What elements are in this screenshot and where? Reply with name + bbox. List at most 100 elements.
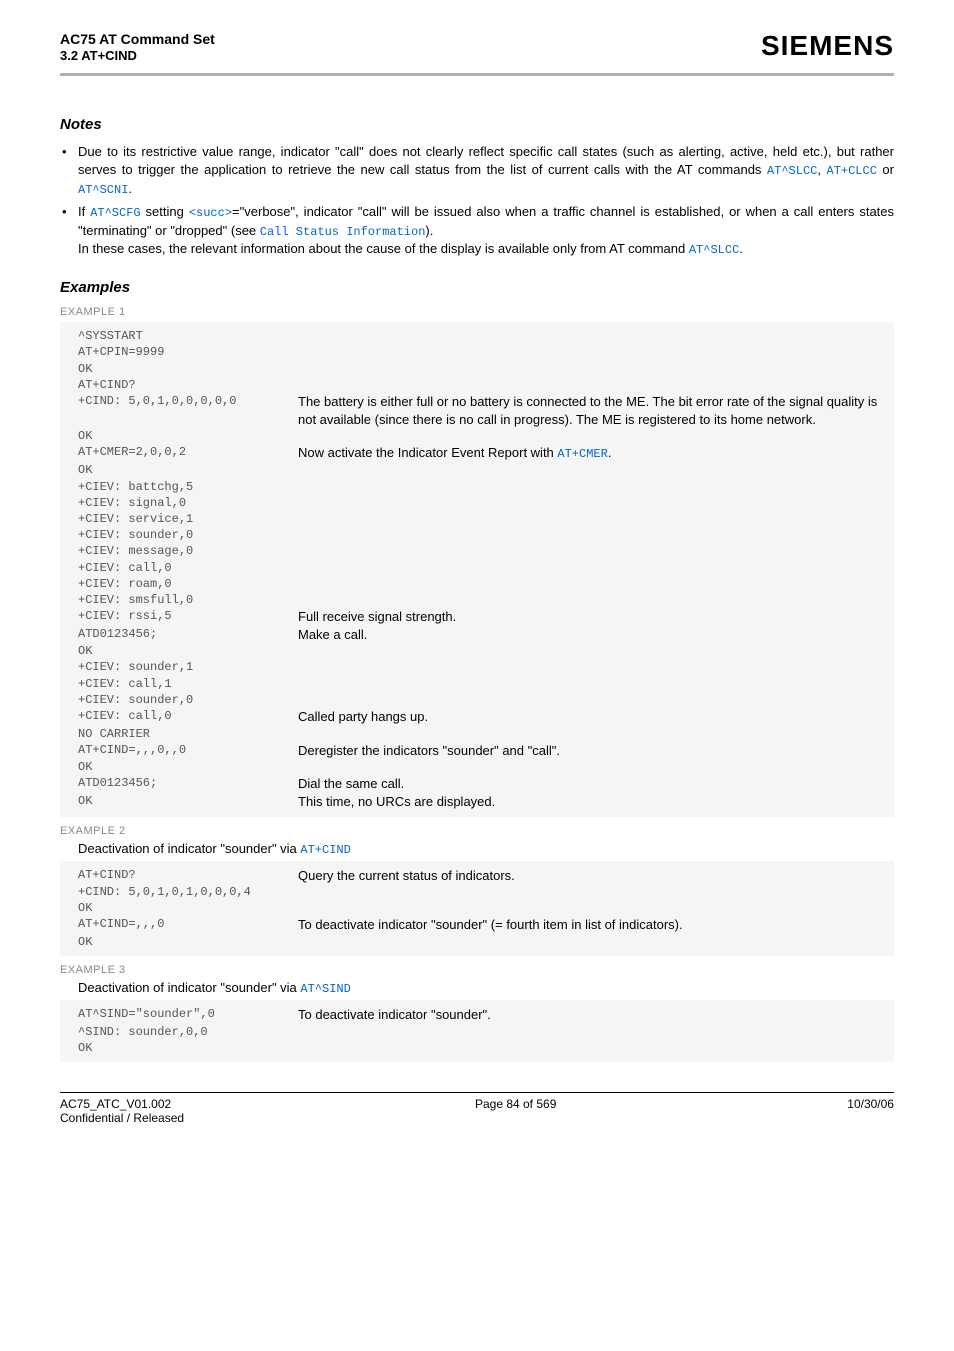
cmd-text: +CIEV: signal,0 bbox=[78, 495, 298, 511]
link-atscni[interactable]: AT^SCNI bbox=[78, 183, 128, 197]
cmd-text: OK bbox=[78, 361, 298, 377]
link-atcmer[interactable]: AT+CMER bbox=[557, 447, 607, 461]
cmd-text: AT+CPIN=9999 bbox=[78, 344, 298, 360]
code-row: +CIND: 5,0,1,0,0,0,0,0The battery is eit… bbox=[78, 393, 890, 428]
footer-date: 10/30/06 bbox=[847, 1097, 894, 1125]
note-item: If AT^SCFG setting <succ>="verbose", ind… bbox=[60, 203, 894, 259]
cmd-text: AT+CIND=,,,0,,0 bbox=[78, 742, 298, 758]
cmd-text: ATD0123456; bbox=[78, 626, 298, 642]
code-row: AT+CIND? bbox=[78, 377, 890, 393]
cmd-text: ^SIND: sounder,0,0 bbox=[78, 1024, 298, 1040]
desc-text: Make a call. bbox=[298, 626, 890, 644]
code-row: +CIEV: smsfull,0 bbox=[78, 592, 890, 608]
cmd-text: +CIEV: call,0 bbox=[78, 708, 298, 724]
desc-text: The battery is either full or no battery… bbox=[298, 393, 890, 428]
cmd-text: OK bbox=[78, 643, 298, 659]
code-row: NO CARRIER bbox=[78, 726, 890, 742]
desc-text: Dial the same call. bbox=[298, 775, 890, 793]
cmd-text: AT^SIND="sounder",0 bbox=[78, 1006, 298, 1022]
cmd-text: +CIEV: service,1 bbox=[78, 511, 298, 527]
link-atslcc[interactable]: AT^SLCC bbox=[767, 164, 817, 178]
cmd-text: +CIEV: rssi,5 bbox=[78, 608, 298, 624]
note-item: Due to its restrictive value range, indi… bbox=[60, 143, 894, 199]
cmd-text: +CIEV: battchg,5 bbox=[78, 479, 298, 495]
code-row: OK bbox=[78, 1040, 890, 1056]
footer-page: Page 84 of 569 bbox=[475, 1097, 556, 1125]
code-row: +CIEV: message,0 bbox=[78, 543, 890, 559]
code-row: +CIEV: call,1 bbox=[78, 676, 890, 692]
example3-block: AT^SIND="sounder",0To deactivate indicat… bbox=[60, 1000, 894, 1062]
notes-heading: Notes bbox=[60, 116, 894, 133]
code-row: +CIEV: call,0Called party hangs up. bbox=[78, 708, 890, 726]
cmd-text: +CIEV: call,0 bbox=[78, 560, 298, 576]
footer-version: AC75_ATC_V01.002 bbox=[60, 1097, 184, 1111]
cmd-text: OK bbox=[78, 759, 298, 775]
link-atclcc[interactable]: AT+CLCC bbox=[827, 164, 877, 178]
cmd-text: OK bbox=[78, 793, 298, 809]
cmd-text: OK bbox=[78, 934, 298, 950]
desc-text: Query the current status of indicators. bbox=[298, 867, 890, 885]
link-call-status[interactable]: Call Status Information bbox=[260, 225, 426, 239]
note-text: . bbox=[739, 241, 743, 256]
note-text: If bbox=[78, 204, 90, 219]
code-row: AT+CMER=2,0,0,2Now activate the Indicato… bbox=[78, 444, 890, 462]
code-row: +CIEV: call,0 bbox=[78, 560, 890, 576]
example2-intro: Deactivation of indicator "sounder" via … bbox=[78, 841, 894, 857]
cmd-text: OK bbox=[78, 1040, 298, 1056]
cmd-text: AT+CMER=2,0,0,2 bbox=[78, 444, 298, 460]
example2-block: AT+CIND?Query the current status of indi… bbox=[60, 861, 894, 957]
cmd-text: ^SYSSTART bbox=[78, 328, 298, 344]
code-row: AT+CIND=,,,0To deactivate indicator "sou… bbox=[78, 916, 890, 934]
note-text: . bbox=[128, 181, 132, 196]
note-text: setting bbox=[141, 204, 189, 219]
page-header: AC75 AT Command Set 3.2 AT+CIND SIEMENS bbox=[60, 30, 894, 76]
desc-post: . bbox=[608, 445, 612, 460]
code-row: ATD0123456;Make a call. bbox=[78, 626, 890, 644]
note-text: In these cases, the relevant information… bbox=[78, 241, 689, 256]
cmd-text: +CIND: 5,0,1,0,0,0,0,0 bbox=[78, 393, 298, 409]
desc-pre: Now activate the Indicator Event Report … bbox=[298, 445, 557, 460]
cmd-text: +CIND: 5,0,1,0,1,0,0,0,4 bbox=[78, 884, 298, 900]
cmd-text: +CIEV: smsfull,0 bbox=[78, 592, 298, 608]
code-row: +CIND: 5,0,1,0,1,0,0,0,4 bbox=[78, 884, 890, 900]
desc-text: To deactivate indicator "sounder". bbox=[298, 1006, 890, 1024]
note-text: ). bbox=[425, 223, 433, 238]
doc-title: AC75 AT Command Set bbox=[60, 30, 215, 48]
code-row: +CIEV: signal,0 bbox=[78, 495, 890, 511]
example1-block: ^SYSSTART AT+CPIN=9999 OK AT+CIND? +CIND… bbox=[60, 322, 894, 816]
footer-confidential: Confidential / Released bbox=[60, 1111, 184, 1125]
code-row: +CIEV: rssi,5Full receive signal strengt… bbox=[78, 608, 890, 626]
desc-text: This time, no URCs are displayed. bbox=[298, 793, 890, 811]
code-row: OK bbox=[78, 900, 890, 916]
cmd-text: +CIEV: call,1 bbox=[78, 676, 298, 692]
desc-text: Full receive signal strength. bbox=[298, 608, 890, 626]
cmd-text: AT+CIND? bbox=[78, 377, 298, 393]
note-text: , bbox=[817, 162, 826, 177]
link-atslcc2[interactable]: AT^SLCC bbox=[689, 243, 739, 257]
cmd-text: AT+CIND=,,,0 bbox=[78, 916, 298, 932]
link-atscfg[interactable]: AT^SCFG bbox=[90, 206, 140, 220]
code-row: ATD0123456;Dial the same call. bbox=[78, 775, 890, 793]
footer-left: AC75_ATC_V01.002 Confidential / Released bbox=[60, 1097, 184, 1125]
code-row: AT+CPIN=9999 bbox=[78, 344, 890, 360]
link-atsind[interactable]: AT^SIND bbox=[300, 982, 350, 996]
doc-section: 3.2 AT+CIND bbox=[60, 48, 215, 65]
header-left: AC75 AT Command Set 3.2 AT+CIND bbox=[60, 30, 215, 65]
desc-text: Now activate the Indicator Event Report … bbox=[298, 444, 890, 462]
code-row: +CIEV: roam,0 bbox=[78, 576, 890, 592]
code-row: +CIEV: service,1 bbox=[78, 511, 890, 527]
cmd-text: ATD0123456; bbox=[78, 775, 298, 791]
code-row: OK bbox=[78, 428, 890, 444]
link-succ[interactable]: <succ> bbox=[189, 206, 232, 220]
cmd-text: +CIEV: roam,0 bbox=[78, 576, 298, 592]
desc-text: Called party hangs up. bbox=[298, 708, 890, 726]
code-row: OKThis time, no URCs are displayed. bbox=[78, 793, 890, 811]
desc-text: To deactivate indicator "sounder" (= fou… bbox=[298, 916, 890, 934]
cmd-text: OK bbox=[78, 462, 298, 478]
code-row: ^SYSSTART bbox=[78, 328, 890, 344]
code-row: OK bbox=[78, 934, 890, 950]
code-row: AT+CIND=,,,0,,0Deregister the indicators… bbox=[78, 742, 890, 760]
example3-label: EXAMPLE 3 bbox=[60, 964, 894, 976]
code-row: +CIEV: sounder,1 bbox=[78, 659, 890, 675]
link-atcind[interactable]: AT+CIND bbox=[300, 843, 350, 857]
